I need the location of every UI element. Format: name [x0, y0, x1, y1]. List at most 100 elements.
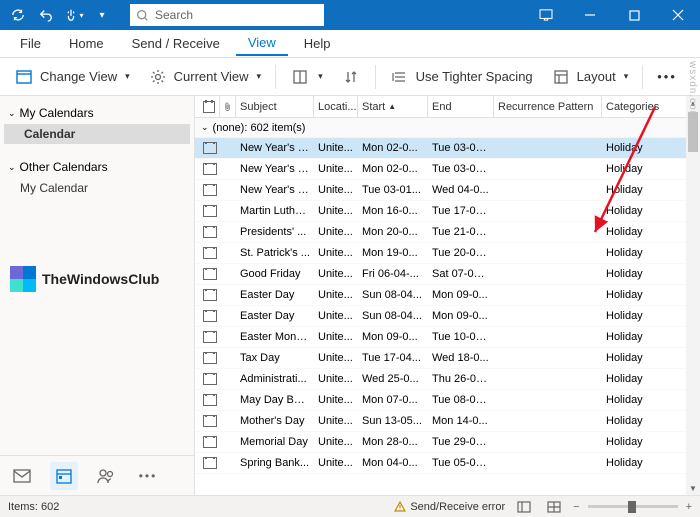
current-view-button[interactable]: Current View▾ [140, 63, 269, 91]
warning-icon [394, 501, 406, 513]
spacing-icon [390, 67, 410, 87]
titlebar: ▾ ▾ Search [0, 0, 700, 30]
menu-help[interactable]: Help [292, 32, 343, 55]
cell-end: Mon 09-0... [428, 289, 494, 301]
maximize-button[interactable] [612, 0, 656, 30]
cell-start: Mon 07-0... [358, 394, 428, 406]
col-recurrence[interactable]: Recurrence Pattern [494, 96, 602, 117]
cell-start: Fri 06-04-... [358, 268, 428, 280]
cell-location: Unite... [314, 142, 358, 154]
cell-start: Wed 25-0... [358, 373, 428, 385]
table-row[interactable]: Martin Luthe...Unite...Mon 16-0...Tue 17… [195, 201, 700, 222]
table-row[interactable]: New Year's D...Unite...Tue 03-01...Wed 0… [195, 180, 700, 201]
table-row[interactable]: Memorial DayUnite...Mon 28-0...Tue 29-05… [195, 432, 700, 453]
col-icon[interactable] [195, 96, 220, 117]
undo-icon[interactable] [34, 3, 58, 27]
scroll-down-button[interactable]: ▼ [686, 481, 700, 495]
calendar-group-my[interactable]: ⌄My Calendars [0, 102, 194, 124]
nav-mail-button[interactable] [8, 462, 36, 490]
menu-view[interactable]: View [236, 31, 288, 56]
vertical-scrollbar[interactable]: ▲ ▼ [686, 96, 700, 495]
table-row[interactable]: Presidents' ...Unite...Mon 20-0...Tue 21… [195, 222, 700, 243]
cell-subject: Easter Day [236, 310, 314, 322]
list-body: New Year's D...Unite...Mon 02-0...Tue 03… [195, 138, 700, 495]
table-row[interactable]: May Day Ban...Unite...Mon 07-0...Tue 08-… [195, 390, 700, 411]
table-row[interactable]: Good FridayUnite...Fri 06-04-...Sat 07-0… [195, 264, 700, 285]
table-row[interactable]: New Year's D...Unite...Mon 02-0...Tue 03… [195, 159, 700, 180]
table-row[interactable]: St. Patrick's ...Unite...Mon 19-0...Tue … [195, 243, 700, 264]
sidebar-item-calendar[interactable]: Calendar [4, 124, 190, 144]
status-send-error[interactable]: Send/Receive error [394, 501, 505, 513]
cell-start: Sun 08-04... [358, 310, 428, 322]
col-start[interactable]: Start ▲ [358, 96, 428, 117]
cell-location: Unite... [314, 205, 358, 217]
slider-thumb[interactable] [628, 501, 636, 513]
layout-button[interactable]: Layout▾ [543, 63, 637, 91]
cell-location: Unite... [314, 436, 358, 448]
cell-location: Unite... [314, 184, 358, 196]
col-attachment[interactable] [220, 96, 236, 117]
search-input[interactable]: Search [130, 4, 324, 26]
table-row[interactable]: Spring Bank...Unite...Mon 04-0...Tue 05-… [195, 453, 700, 474]
cell-end: Sat 07-04-... [428, 268, 494, 280]
table-row[interactable]: Easter DayUnite...Sun 08-04...Mon 09-0..… [195, 285, 700, 306]
cell-location: Unite... [314, 352, 358, 364]
calendar-icon [203, 457, 217, 469]
columns-button[interactable]: ▾ [282, 63, 331, 91]
cell-location: Unite... [314, 373, 358, 385]
col-subject[interactable]: Subject [236, 96, 314, 117]
view-reading-button[interactable] [543, 498, 565, 516]
column-headers: Subject Locati... Start ▲ End Recurrence… [195, 96, 700, 118]
menu-send-receive[interactable]: Send / Receive [120, 32, 232, 55]
cell-end: Mon 09-0... [428, 310, 494, 322]
calendar-icon [203, 415, 217, 427]
group-row[interactable]: ⌄ (none): 602 item(s) [195, 118, 700, 138]
table-row[interactable]: Easter DayUnite...Sun 08-04...Mon 09-0..… [195, 306, 700, 327]
view-normal-button[interactable] [513, 498, 535, 516]
close-button[interactable] [656, 0, 700, 30]
cell-location: Unite... [314, 415, 358, 427]
touch-mode-icon[interactable]: ▾ [62, 3, 86, 27]
calendar-icon [203, 331, 217, 343]
cell-subject: Martin Luthe... [236, 205, 314, 217]
menu-file[interactable]: File [8, 32, 53, 55]
table-row[interactable]: Tax DayUnite...Tue 17-04...Wed 18-0...Ho… [195, 348, 700, 369]
table-row[interactable]: Mother's DayUnite...Sun 13-05...Mon 14-0… [195, 411, 700, 432]
sort-button[interactable] [333, 63, 369, 91]
nav-more-button[interactable]: ••• [134, 462, 162, 490]
zoom-slider[interactable] [588, 505, 678, 508]
chevron-down-icon: ▾ [624, 71, 629, 82]
sidebar-item-my-calendar[interactable]: My Calendar [0, 178, 194, 198]
watermark-logo: TheWindowsClub [10, 266, 159, 292]
nav-calendar-button[interactable] [50, 462, 78, 490]
ribbon-display-button[interactable] [524, 9, 568, 21]
table-row[interactable]: Administrati...Unite...Wed 25-0...Thu 26… [195, 369, 700, 390]
qat-customize-icon[interactable]: ▾ [90, 3, 114, 27]
minimize-button[interactable] [568, 0, 612, 30]
zoom-plus-icon[interactable]: + [686, 501, 692, 513]
sync-icon[interactable] [6, 3, 30, 27]
cell-end: Wed 04-0... [428, 184, 494, 196]
cell-location: Unite... [314, 289, 358, 301]
table-row[interactable]: Easter Mond...Unite...Mon 09-0...Tue 10-… [195, 327, 700, 348]
table-row[interactable]: New Year's D...Unite...Mon 02-0...Tue 03… [195, 138, 700, 159]
calendar-group-other[interactable]: ⌄Other Calendars [0, 156, 194, 178]
more-commands-button[interactable]: ••• [649, 65, 685, 88]
zoom-minus-icon[interactable]: − [573, 501, 579, 513]
search-icon [136, 9, 149, 22]
menu-home[interactable]: Home [57, 32, 116, 55]
col-location[interactable]: Locati... [314, 96, 358, 117]
chevron-down-icon: ▾ [257, 71, 262, 82]
search-container: Search [130, 4, 324, 26]
col-end[interactable]: End [428, 96, 494, 117]
sidebar: ⌄My Calendars Calendar ⌄Other Calendars … [0, 96, 195, 495]
list-area: Subject Locati... Start ▲ End Recurrence… [195, 96, 700, 495]
tighter-spacing-button[interactable]: Use Tighter Spacing [382, 63, 541, 91]
cell-subject: Presidents' ... [236, 226, 314, 238]
calendar-icon [203, 268, 217, 280]
cell-start: Tue 03-01... [358, 184, 428, 196]
cell-subject: New Year's D... [236, 163, 314, 175]
nav-people-button[interactable] [92, 462, 120, 490]
columns-icon [290, 67, 310, 87]
change-view-button[interactable]: Change View▾ [6, 63, 138, 91]
